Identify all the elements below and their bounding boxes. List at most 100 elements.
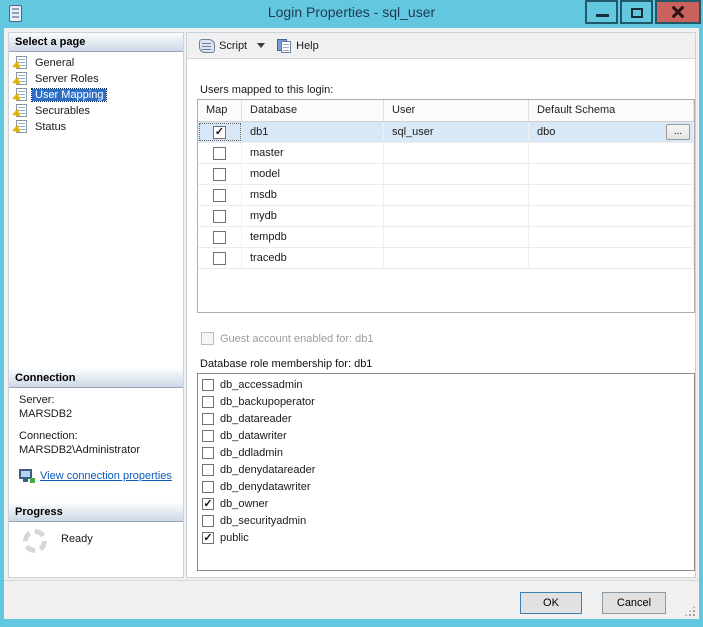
- database-cell[interactable]: msdb: [242, 185, 384, 205]
- map-checkbox[interactable]: [213, 251, 226, 265]
- page-icon: [12, 72, 28, 88]
- role-name: db_ddladmin: [220, 447, 283, 459]
- database-cell[interactable]: mydb: [242, 206, 384, 226]
- user-cell[interactable]: sql_user: [384, 122, 529, 142]
- default-schema-cell[interactable]: [529, 164, 694, 184]
- map-checkbox[interactable]: [213, 125, 226, 139]
- role-item-public[interactable]: public: [202, 530, 694, 546]
- user-cell[interactable]: [384, 227, 529, 247]
- default-schema-cell[interactable]: dbo...: [529, 122, 694, 142]
- role-checkbox[interactable]: [202, 532, 214, 544]
- column-header-user[interactable]: User: [384, 100, 529, 121]
- database-cell[interactable]: db1: [242, 122, 384, 142]
- table-row[interactable]: tracedb: [198, 248, 694, 269]
- connection-label: Connection:: [19, 430, 78, 442]
- role-name: db_securityadmin: [220, 515, 307, 527]
- role-checkbox[interactable]: [202, 396, 214, 408]
- maximize-icon: [631, 8, 643, 18]
- map-checkbox[interactable]: [213, 146, 226, 160]
- grid-body: db1sql_userdbo...mastermodelmsdbmydbtemp…: [198, 122, 694, 269]
- user-cell[interactable]: [384, 248, 529, 268]
- role-checkbox[interactable]: [202, 430, 214, 442]
- role-item-db_ddladmin[interactable]: db_ddladmin: [202, 445, 694, 461]
- role-checkbox[interactable]: [202, 447, 214, 459]
- maximize-button[interactable]: [620, 0, 653, 24]
- role-item-db_accessadmin[interactable]: db_accessadmin: [202, 377, 694, 393]
- role-item-db_backupoperator[interactable]: db_backupoperator: [202, 394, 694, 410]
- map-checkbox[interactable]: [213, 209, 226, 223]
- table-row[interactable]: mydb: [198, 206, 694, 227]
- user-mapping-grid[interactable]: Map Database User Default Schema db1sql_…: [197, 99, 695, 313]
- window-controls: [583, 0, 701, 24]
- map-checkbox[interactable]: [213, 188, 226, 202]
- sidebar-item-general[interactable]: General: [9, 55, 183, 72]
- sidebar-item-server-roles[interactable]: Server Roles: [9, 71, 183, 88]
- script-button[interactable]: Script: [195, 35, 251, 57]
- table-row[interactable]: tempdb: [198, 227, 694, 248]
- minimize-button[interactable]: [585, 0, 618, 24]
- role-checkbox[interactable]: [202, 498, 214, 510]
- script-dropdown-arrow-icon[interactable]: [257, 43, 266, 48]
- role-name: public: [220, 532, 249, 544]
- database-cell[interactable]: master: [242, 143, 384, 163]
- role-item-db_datawriter[interactable]: db_datawriter: [202, 428, 694, 444]
- database-cell[interactable]: tempdb: [242, 227, 384, 247]
- map-checkbox[interactable]: [213, 230, 226, 244]
- browse-schema-button[interactable]: ...: [666, 124, 690, 140]
- role-checkbox[interactable]: [202, 379, 214, 391]
- user-cell[interactable]: [384, 185, 529, 205]
- role-item-db_denydatareader[interactable]: db_denydatareader: [202, 462, 694, 478]
- default-schema-cell[interactable]: [529, 143, 694, 163]
- column-header-map[interactable]: Map: [198, 100, 242, 121]
- default-schema-cell[interactable]: [529, 248, 694, 268]
- help-button[interactable]: Help: [273, 35, 323, 57]
- computer-icon: [19, 469, 35, 483]
- toolbar: Script Help: [187, 33, 695, 59]
- titlebar: Login Properties - sql_user: [0, 0, 703, 28]
- map-checkbox[interactable]: [213, 167, 226, 181]
- table-row[interactable]: db1sql_userdbo...: [198, 122, 694, 143]
- role-item-db_owner[interactable]: db_owner: [202, 496, 694, 512]
- close-button[interactable]: [655, 0, 701, 24]
- table-row[interactable]: msdb: [198, 185, 694, 206]
- sidebar-item-user-mapping[interactable]: User Mapping: [9, 87, 183, 104]
- default-schema-cell[interactable]: [529, 206, 694, 226]
- role-item-db_securityadmin[interactable]: db_securityadmin: [202, 513, 694, 529]
- script-label: Script: [219, 39, 248, 52]
- help-icon: [277, 38, 292, 53]
- role-item-db_denydatawriter[interactable]: db_denydatawriter: [202, 479, 694, 495]
- table-row[interactable]: master: [198, 143, 694, 164]
- role-checkbox[interactable]: [202, 481, 214, 493]
- role-name: db_denydatawriter: [220, 481, 311, 493]
- connection-info: Server: MARSDB2 Connection: MARSDB2\Admi…: [19, 393, 179, 483]
- default-schema-cell[interactable]: [529, 227, 694, 247]
- user-cell[interactable]: [384, 206, 529, 226]
- default-schema-cell[interactable]: [529, 185, 694, 205]
- view-connection-properties-link[interactable]: View connection properties: [40, 469, 172, 483]
- ok-button[interactable]: OK: [520, 592, 582, 614]
- column-header-default-schema[interactable]: Default Schema: [529, 100, 694, 121]
- column-header-database[interactable]: Database: [242, 100, 384, 121]
- user-cell[interactable]: [384, 143, 529, 163]
- role-checkbox[interactable]: [202, 515, 214, 527]
- table-row[interactable]: model: [198, 164, 694, 185]
- page-icon: [12, 104, 28, 120]
- role-checkbox[interactable]: [202, 413, 214, 425]
- guest-account-checkbox: [201, 332, 214, 345]
- login-properties-window: Login Properties - sql_user Select a pag…: [0, 0, 703, 627]
- sidebar-item-status[interactable]: Status: [9, 119, 183, 136]
- role-checkbox[interactable]: [202, 464, 214, 476]
- cancel-button[interactable]: Cancel: [602, 592, 666, 614]
- main-panel: Script Help Users mapped to this login: …: [186, 32, 696, 578]
- roles-membership-label: Database role membership for: db1: [200, 358, 373, 370]
- user-cell[interactable]: [384, 164, 529, 184]
- sidebar-item-securables[interactable]: Securables: [9, 103, 183, 120]
- view-connection-properties[interactable]: View connection properties: [19, 469, 179, 483]
- database-cell[interactable]: tracedb: [242, 248, 384, 268]
- resize-grip[interactable]: [684, 605, 696, 617]
- database-cell[interactable]: model: [242, 164, 384, 184]
- role-item-db_datareader[interactable]: db_datareader: [202, 411, 694, 427]
- guest-account-row: Guest account enabled for: db1: [201, 332, 374, 345]
- role-list[interactable]: db_accessadmin db_backupoperator db_datare…: [197, 373, 695, 571]
- progress-status: Ready: [61, 533, 93, 545]
